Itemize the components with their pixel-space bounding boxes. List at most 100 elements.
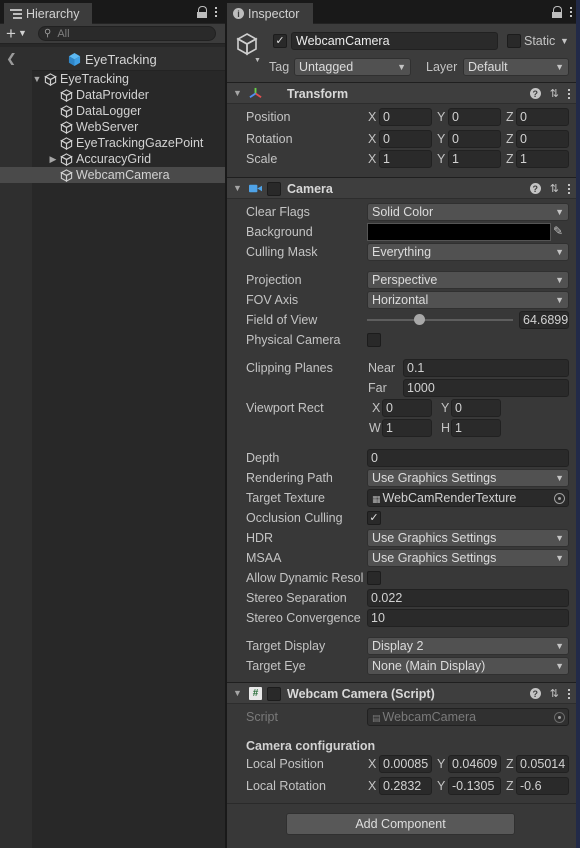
kebab-menu-icon[interactable] (568, 183, 570, 194)
layer-label: Layer (426, 60, 458, 74)
foldout-arrow-icon[interactable]: ▶ (48, 154, 58, 165)
rendering-path-dropdown[interactable]: Use Graphics Settings ▼ (367, 469, 569, 487)
position-x-field[interactable]: 0 (379, 108, 432, 126)
stereo-separation-field[interactable]: 0.022 (367, 589, 569, 607)
static-dropdown-icon[interactable]: ▼ (560, 36, 569, 46)
static-label: Static (524, 34, 556, 48)
tree-item[interactable]: EyeTrackingGazePoint (32, 135, 225, 151)
position-y-field[interactable]: 0 (448, 108, 501, 126)
msaa-dropdown[interactable]: Use Graphics Settings ▼ (367, 549, 569, 567)
foldout-arrow-icon[interactable]: ▼ (233, 88, 242, 98)
viewport-y-field[interactable]: 0 (451, 399, 501, 417)
local-rotation-y-field[interactable]: -0.1305 (448, 777, 501, 795)
inspector-tab[interactable]: i Inspector (227, 3, 313, 24)
scene-view-edge (576, 0, 580, 848)
viewport-w-field[interactable]: 1 (382, 419, 432, 437)
create-button[interactable]: + ▼ (0, 25, 34, 42)
camera-header[interactable]: ▼ Camera ? ⇅ (227, 177, 576, 199)
object-picker-icon[interactable] (554, 493, 565, 504)
tree-item-root[interactable]: ▼ EyeTracking (32, 71, 225, 87)
background-color-field[interactable] (367, 223, 551, 241)
local-rotation-z-field[interactable]: -0.6 (516, 777, 569, 795)
clear-flags-dropdown[interactable]: Solid Color ▼ (367, 203, 569, 221)
search-icon: ⚲ (44, 28, 52, 39)
lock-icon[interactable] (552, 6, 562, 18)
depth-field[interactable]: 0 (367, 449, 569, 467)
tree-item[interactable]: DataLogger (32, 103, 225, 119)
axis-x-label: X (368, 779, 377, 793)
stereo-convergence-field[interactable]: 10 (367, 609, 569, 627)
foldout-arrow-icon[interactable]: ▼ (233, 688, 242, 698)
tree-item-label: DataProvider (76, 88, 149, 102)
viewport-x-field[interactable]: 0 (382, 399, 432, 417)
object-name-field[interactable]: WebcamCamera (291, 32, 498, 50)
tree-item[interactable]: WebServer (32, 119, 225, 135)
scene-header[interactable]: ❮ EyeTracking (0, 47, 225, 71)
gameobject-icon (60, 136, 73, 150)
webcam-script-header[interactable]: ▼ # Webcam Camera (Script) ? ⇅ (227, 682, 576, 704)
rotation-label: Rotation (246, 132, 293, 146)
kebab-menu-icon[interactable] (570, 6, 572, 17)
presets-icon[interactable]: ⇅ (550, 182, 559, 195)
culling-mask-dropdown[interactable]: Everything ▼ (367, 243, 569, 261)
viewport-h-field[interactable]: 1 (451, 419, 501, 437)
far-field[interactable]: 1000 (403, 379, 569, 397)
depth-label: Depth (246, 451, 280, 465)
chevron-down-icon: ▼ (555, 275, 564, 285)
projection-dropdown[interactable]: Perspective ▼ (367, 271, 569, 289)
chevron-down-icon: ▼ (555, 641, 564, 651)
active-checkbox[interactable]: ✓ (273, 34, 287, 48)
local-position-z-field[interactable]: 0.05014 (516, 755, 569, 773)
search-input[interactable]: ⚲ All (38, 26, 216, 41)
tree-item[interactable]: DataProvider (32, 87, 225, 103)
local-position-x-field[interactable]: 0.00085 (379, 755, 432, 773)
color-picker-icon[interactable]: ✎ (553, 224, 563, 238)
kebab-menu-icon[interactable] (215, 6, 217, 17)
kebab-menu-icon[interactable] (568, 88, 570, 99)
dynamic-resolution-checkbox[interactable] (367, 571, 381, 585)
static-checkbox[interactable] (507, 34, 521, 48)
local-position-y-field[interactable]: 0.04609 (448, 755, 501, 773)
presets-icon[interactable]: ⇅ (550, 87, 559, 100)
scale-y-field[interactable]: 1 (448, 150, 501, 168)
help-icon[interactable]: ? (529, 88, 541, 99)
axis-z-label: Z (506, 779, 514, 793)
target-display-dropdown[interactable]: Display 2 ▼ (367, 637, 569, 655)
presets-icon[interactable]: ⇅ (550, 687, 559, 700)
near-label: Near (368, 361, 396, 375)
hierarchy-tab[interactable]: Hierarchy (4, 3, 92, 24)
rotation-y-field[interactable]: 0 (448, 130, 501, 148)
help-icon[interactable]: ? (529, 688, 541, 699)
fov-axis-dropdown[interactable]: Horizontal ▼ (367, 291, 569, 309)
tree-item-selected[interactable]: WebcamCamera (0, 167, 225, 183)
add-component-button[interactable]: Add Component (286, 813, 515, 835)
kebab-menu-icon[interactable] (568, 688, 570, 699)
scale-z-field[interactable]: 1 (516, 150, 569, 168)
position-z-field[interactable]: 0 (516, 108, 569, 126)
axis-w-label: W (369, 421, 381, 435)
gameobject-icon[interactable] (235, 32, 259, 56)
layer-dropdown[interactable]: Default ▼ (463, 58, 569, 76)
foldout-arrow-icon[interactable]: ▼ (233, 183, 242, 193)
local-rotation-x-field[interactable]: 0.2832 (379, 777, 432, 795)
hdr-dropdown[interactable]: Use Graphics Settings ▼ (367, 529, 569, 547)
rotation-x-field[interactable]: 0 (379, 130, 432, 148)
fov-slider-knob[interactable] (414, 314, 426, 325)
foldout-arrow-icon[interactable]: ▼ (32, 74, 42, 84)
target-texture-field[interactable]: ▦ WebCamRenderTexture (367, 489, 569, 507)
fov-slider-track[interactable] (367, 319, 513, 321)
tree-item[interactable]: ▶ AccuracyGrid (32, 151, 225, 167)
occlusion-culling-checkbox[interactable]: ✓ (367, 511, 381, 525)
scale-x-field[interactable]: 1 (379, 150, 432, 168)
fov-value-field[interactable]: 64.6899 (519, 311, 569, 329)
script-enabled-checkbox[interactable] (267, 687, 281, 701)
help-icon[interactable]: ? (529, 183, 541, 194)
camera-enabled-checkbox[interactable] (267, 182, 281, 196)
rotation-z-field[interactable]: 0 (516, 130, 569, 148)
physical-camera-checkbox[interactable] (367, 333, 381, 347)
target-eye-dropdown[interactable]: None (Main Display) ▼ (367, 657, 569, 675)
near-field[interactable]: 0.1 (403, 359, 569, 377)
lock-icon[interactable] (197, 6, 207, 18)
transform-header[interactable]: ▼ Transform ? ⇅ (227, 82, 576, 104)
tag-dropdown[interactable]: Untagged ▼ (294, 58, 411, 76)
